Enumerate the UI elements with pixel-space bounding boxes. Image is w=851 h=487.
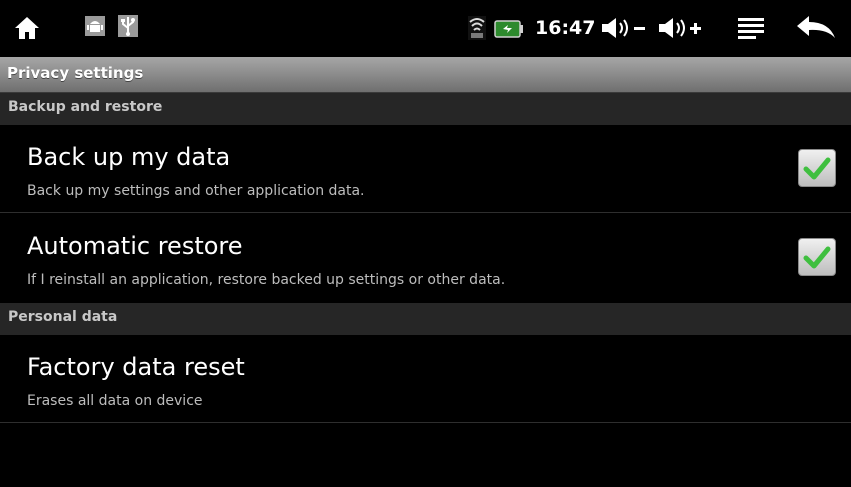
- pref-summary: If I reinstall an application, restore b…: [27, 272, 506, 288]
- volume-down-icon[interactable]: [600, 15, 648, 41]
- category-header-personal: Personal data: [0, 303, 851, 335]
- page-title: Privacy settings: [7, 64, 144, 82]
- status-bar: 16:47: [0, 0, 851, 57]
- status-clock: 16:47: [535, 17, 596, 39]
- category-header-backup: Backup and restore: [0, 93, 851, 125]
- category-label: Personal data: [8, 309, 118, 325]
- settings-screen: 16:47 Privacy settings Backup and restor…: [0, 0, 851, 487]
- checkmark-icon: [803, 246, 831, 269]
- usb-icon: [118, 15, 138, 37]
- pref-summary: Erases all data on device: [27, 393, 203, 409]
- wifi-icon: [468, 16, 486, 40]
- checkmark-icon: [803, 157, 831, 180]
- pref-title: Factory data reset: [27, 353, 245, 381]
- home-icon[interactable]: [14, 15, 40, 41]
- category-label: Backup and restore: [8, 99, 163, 115]
- pref-title: Automatic restore: [27, 232, 243, 260]
- pref-factory-data-reset[interactable]: Factory data reset Erases all data on de…: [0, 335, 851, 423]
- battery-icon: [494, 20, 523, 38]
- android-debug-icon: [85, 16, 105, 36]
- pref-title: Back up my data: [27, 143, 231, 171]
- title-bar: Privacy settings: [0, 57, 851, 93]
- volume-up-icon[interactable]: [657, 15, 705, 41]
- backup-checkbox[interactable]: [798, 149, 836, 187]
- menu-icon[interactable]: [738, 18, 764, 40]
- restore-checkbox[interactable]: [798, 238, 836, 276]
- pref-back-up-my-data[interactable]: Back up my data Back up my settings and …: [0, 125, 851, 213]
- pref-automatic-restore[interactable]: Automatic restore If I reinstall an appl…: [0, 214, 851, 303]
- pref-summary: Back up my settings and other applicatio…: [27, 183, 365, 199]
- back-icon[interactable]: [795, 14, 837, 40]
